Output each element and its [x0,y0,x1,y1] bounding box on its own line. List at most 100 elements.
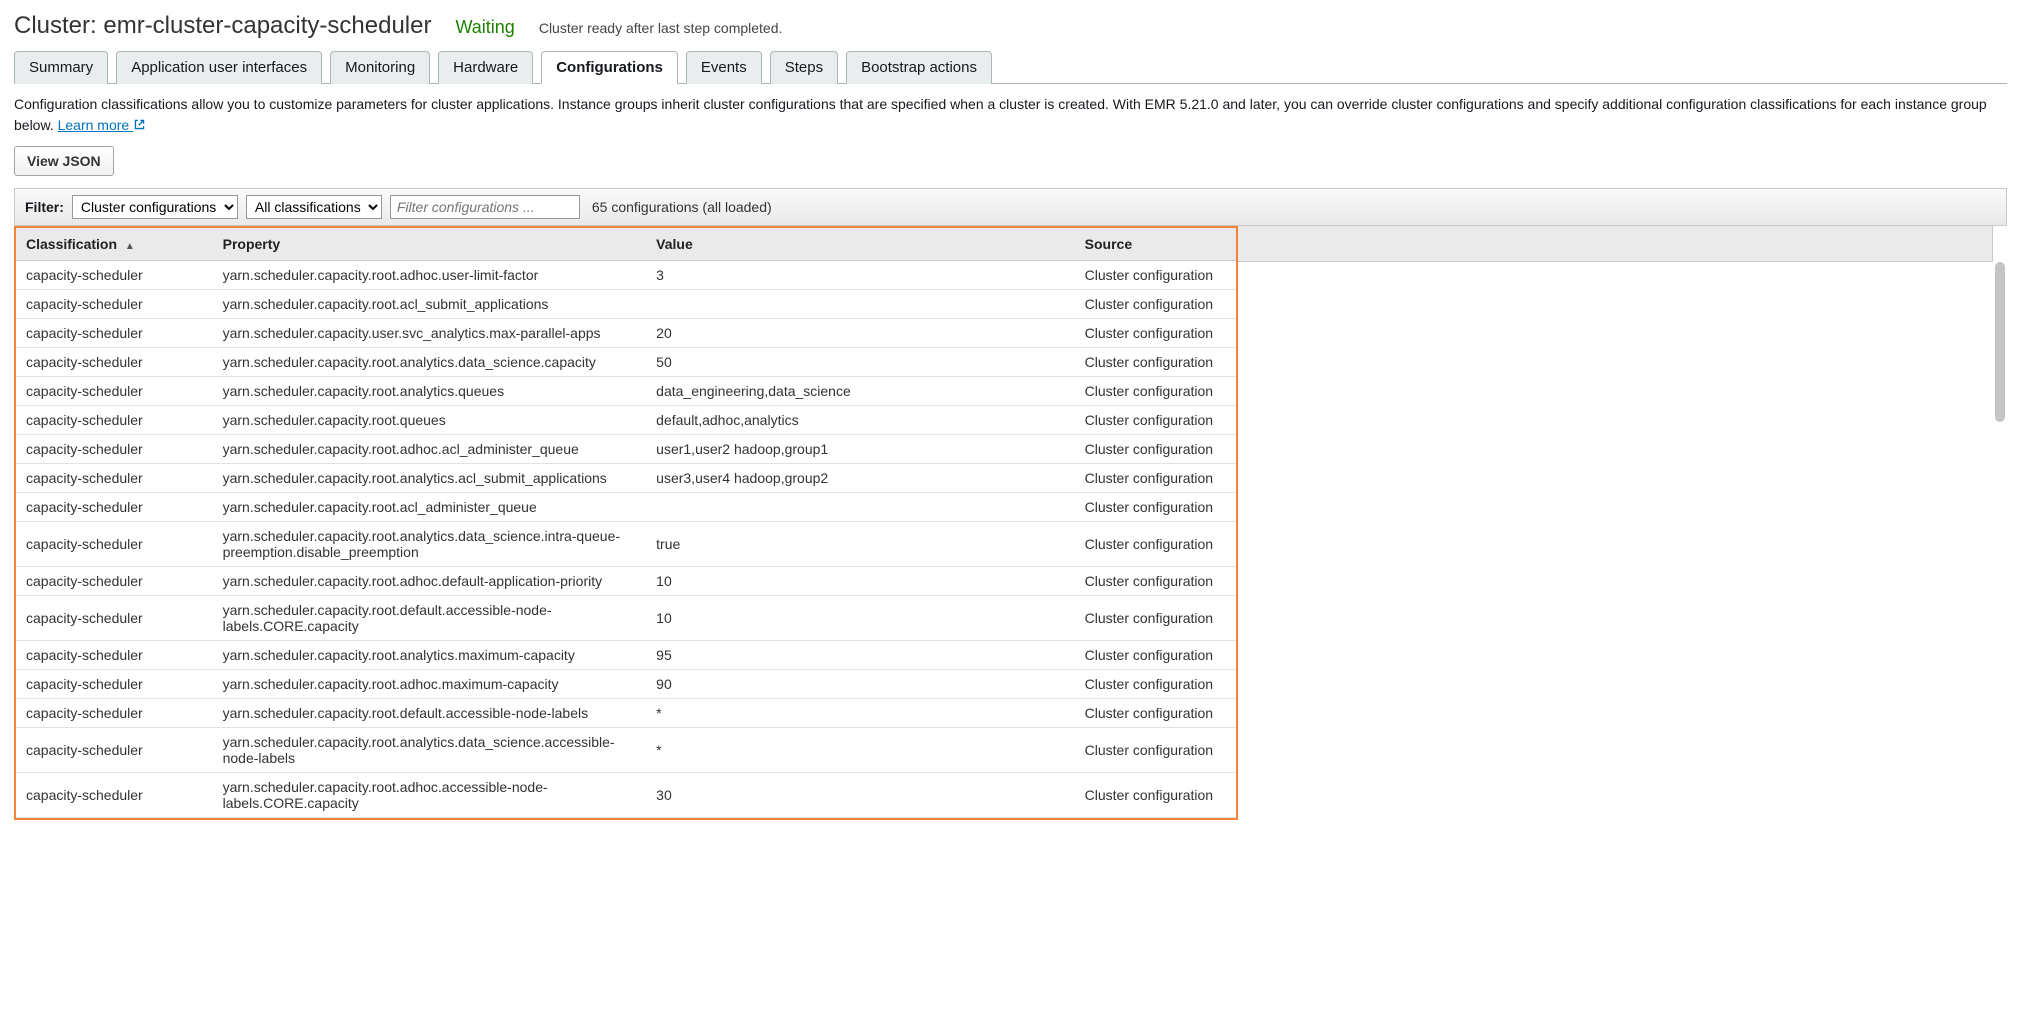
table-row[interactable]: capacity-scheduleryarn.scheduler.capacit… [16,596,1236,641]
table-row[interactable]: capacity-scheduleryarn.scheduler.capacit… [16,641,1236,670]
cell-property: yarn.scheduler.capacity.root.analytics.d… [213,728,647,773]
cell-value: true [646,522,1075,567]
table-side-fill [1238,226,1993,820]
tab-configurations[interactable]: Configurations [541,51,678,84]
cell-property: yarn.scheduler.capacity.user.svc_analyti… [213,319,647,348]
cell-source: Cluster configuration [1075,290,1236,319]
cell-value: data_engineering,data_science [646,377,1075,406]
cell-classification: capacity-scheduler [16,641,213,670]
cell-source: Cluster configuration [1075,728,1236,773]
view-json-button[interactable]: View JSON [14,146,114,176]
cell-value: 30 [646,773,1075,818]
cell-source: Cluster configuration [1075,641,1236,670]
table-row[interactable]: capacity-scheduleryarn.scheduler.capacit… [16,699,1236,728]
cell-classification: capacity-scheduler [16,435,213,464]
cell-source: Cluster configuration [1075,261,1236,290]
tab-hardware[interactable]: Hardware [438,51,533,84]
table-row[interactable]: capacity-scheduleryarn.scheduler.capacit… [16,522,1236,567]
cell-classification: capacity-scheduler [16,290,213,319]
tab-bootstrap-actions[interactable]: Bootstrap actions [846,51,992,84]
cell-value [646,493,1075,522]
cell-source: Cluster configuration [1075,699,1236,728]
cell-property: yarn.scheduler.capacity.root.acl_adminis… [213,493,647,522]
col-header-classification[interactable]: Classification ▲ [16,228,213,261]
cell-classification: capacity-scheduler [16,699,213,728]
cluster-status: Waiting [455,17,514,38]
cell-source: Cluster configuration [1075,406,1236,435]
tab-summary[interactable]: Summary [14,51,108,84]
table-row[interactable]: capacity-scheduleryarn.scheduler.capacit… [16,728,1236,773]
col-header-property[interactable]: Property [213,228,647,261]
cell-property: yarn.scheduler.capacity.root.acl_submit_… [213,290,647,319]
cell-value: 3 [646,261,1075,290]
cell-value: 90 [646,670,1075,699]
table-row[interactable]: capacity-scheduleryarn.scheduler.capacit… [16,377,1236,406]
col-header-value[interactable]: Value [646,228,1075,261]
table-row[interactable]: capacity-scheduleryarn.scheduler.capacit… [16,670,1236,699]
cell-value [646,290,1075,319]
cell-source: Cluster configuration [1075,522,1236,567]
cell-value: * [646,699,1075,728]
cell-source: Cluster configuration [1075,464,1236,493]
cell-source: Cluster configuration [1075,377,1236,406]
table-row[interactable]: capacity-scheduleryarn.scheduler.capacit… [16,261,1236,290]
cell-property: yarn.scheduler.capacity.root.analytics.m… [213,641,647,670]
cell-value: 95 [646,641,1075,670]
col-header-source[interactable]: Source [1075,228,1236,261]
sort-asc-icon: ▲ [125,241,135,252]
table-row[interactable]: capacity-scheduleryarn.scheduler.capacit… [16,493,1236,522]
filter-label: Filter: [25,199,64,215]
table-row[interactable]: capacity-scheduleryarn.scheduler.capacit… [16,773,1236,818]
tab-application-user-interfaces[interactable]: Application user interfaces [116,51,322,84]
cell-source: Cluster configuration [1075,567,1236,596]
cell-value: 10 [646,596,1075,641]
cell-value: user1,user2 hadoop,group1 [646,435,1075,464]
filter-scope-select[interactable]: Cluster configurations [72,195,238,219]
table-row[interactable]: capacity-scheduleryarn.scheduler.capacit… [16,464,1236,493]
cell-value: 10 [646,567,1075,596]
cell-property: yarn.scheduler.capacity.root.analytics.d… [213,522,647,567]
table-row[interactable]: capacity-scheduleryarn.scheduler.capacit… [16,567,1236,596]
config-table: Classification ▲ Property Value Source c… [16,228,1236,818]
cell-property: yarn.scheduler.capacity.root.adhoc.acces… [213,773,647,818]
cell-classification: capacity-scheduler [16,567,213,596]
config-description: Configuration classifications allow you … [14,94,2007,136]
cell-classification: capacity-scheduler [16,493,213,522]
table-row[interactable]: capacity-scheduleryarn.scheduler.capacit… [16,348,1236,377]
cell-classification: capacity-scheduler [16,319,213,348]
table-row[interactable]: capacity-scheduleryarn.scheduler.capacit… [16,435,1236,464]
table-row[interactable]: capacity-scheduleryarn.scheduler.capacit… [16,290,1236,319]
config-table-highlight: Classification ▲ Property Value Source c… [14,226,1238,820]
cell-property: yarn.scheduler.capacity.root.adhoc.defau… [213,567,647,596]
cell-source: Cluster configuration [1075,319,1236,348]
cell-property: yarn.scheduler.capacity.root.queues [213,406,647,435]
cluster-title: Cluster: emr-cluster-capacity-scheduler [14,12,431,40]
cell-classification: capacity-scheduler [16,522,213,567]
cell-value: user3,user4 hadoop,group2 [646,464,1075,493]
tab-steps[interactable]: Steps [770,51,838,84]
cell-classification: capacity-scheduler [16,670,213,699]
cell-classification: capacity-scheduler [16,773,213,818]
filter-bar: Filter: Cluster configurations All class… [14,188,2007,226]
tab-events[interactable]: Events [686,51,762,84]
tab-monitoring[interactable]: Monitoring [330,51,430,84]
cell-classification: capacity-scheduler [16,261,213,290]
cluster-header: Cluster: emr-cluster-capacity-scheduler … [14,12,2007,40]
cell-property: yarn.scheduler.capacity.root.analytics.q… [213,377,647,406]
filter-classification-select[interactable]: All classifications [246,195,382,219]
cell-value: default,adhoc,analytics [646,406,1075,435]
cell-classification: capacity-scheduler [16,348,213,377]
scrollbar-thumb[interactable] [1995,262,2005,422]
cell-property: yarn.scheduler.capacity.root.default.acc… [213,699,647,728]
vertical-scrollbar[interactable] [1993,226,2007,820]
cell-source: Cluster configuration [1075,348,1236,377]
cell-value: 20 [646,319,1075,348]
table-row[interactable]: capacity-scheduleryarn.scheduler.capacit… [16,319,1236,348]
cell-source: Cluster configuration [1075,493,1236,522]
cell-source: Cluster configuration [1075,773,1236,818]
cell-source: Cluster configuration [1075,596,1236,641]
cell-property: yarn.scheduler.capacity.root.adhoc.user-… [213,261,647,290]
table-row[interactable]: capacity-scheduleryarn.scheduler.capacit… [16,406,1236,435]
filter-text-input[interactable] [390,195,580,219]
learn-more-link[interactable]: Learn more [58,117,146,133]
